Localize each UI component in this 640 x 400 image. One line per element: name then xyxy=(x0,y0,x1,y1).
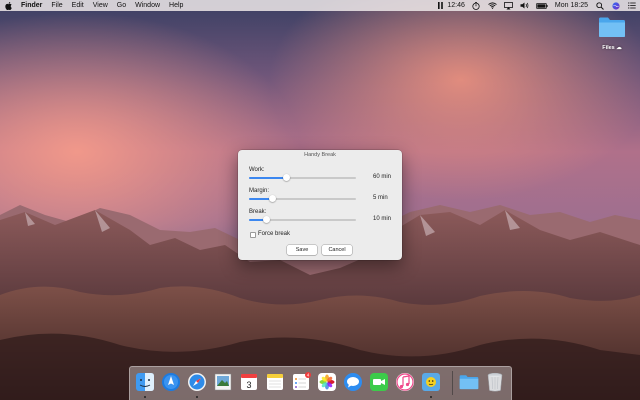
margin-slider[interactable] xyxy=(249,195,356,203)
dock-separator xyxy=(452,371,453,395)
break-label: Break: xyxy=(249,209,267,215)
trash-icon xyxy=(487,372,503,392)
dock-handy-break[interactable] xyxy=(420,371,442,393)
calendar-icon: 3 xyxy=(241,374,257,390)
calendar-day: 3 xyxy=(246,380,251,390)
dock-messages[interactable] xyxy=(342,371,364,393)
messages-icon xyxy=(344,373,362,391)
dock-safari[interactable] xyxy=(186,371,208,393)
margin-value: 5 min xyxy=(373,195,388,201)
notes-icon xyxy=(267,374,283,390)
dock-music[interactable] xyxy=(394,371,416,393)
apple-menu-icon[interactable] xyxy=(4,1,12,10)
margin-slider-thumb[interactable] xyxy=(269,195,277,202)
volume-icon[interactable] xyxy=(520,2,529,10)
icloud-icon: ☁ xyxy=(616,45,622,51)
dock-folder[interactable] xyxy=(458,371,480,393)
dock-preview[interactable] xyxy=(212,371,234,393)
menu-clock[interactable]: Mon 18:25 xyxy=(555,2,588,9)
dock: 3 4 xyxy=(129,366,512,400)
dialog-title: Handy Break xyxy=(304,152,336,158)
menu-help[interactable]: Help xyxy=(169,2,183,9)
music-icon xyxy=(396,373,414,391)
cancel-button[interactable]: Cancel xyxy=(322,245,352,255)
desktop-item-label: Files xyxy=(602,45,615,51)
dock-reminders[interactable]: 4 xyxy=(290,371,312,393)
folder-icon xyxy=(459,375,479,390)
break-slider-thumb[interactable] xyxy=(262,216,270,223)
dock-facetime[interactable] xyxy=(368,371,390,393)
preview-icon xyxy=(214,373,232,391)
menu-edit[interactable]: Edit xyxy=(72,2,84,9)
handy-break-status[interactable]: 12:46 xyxy=(436,2,465,10)
break-value: 10 min xyxy=(373,216,392,222)
menu-bar: Finder File Edit View Go Window Help 12:… xyxy=(0,0,640,11)
notification-center-icon[interactable] xyxy=(627,2,636,10)
handy-break-icon xyxy=(422,373,440,391)
launchpad-icon xyxy=(162,373,180,391)
running-indicator xyxy=(196,396,198,398)
folder-icon xyxy=(598,16,626,43)
running-indicator xyxy=(144,396,146,398)
menu-go[interactable]: Go xyxy=(117,2,126,9)
running-indicator xyxy=(430,396,432,398)
battery-icon[interactable] xyxy=(535,2,548,10)
work-slider[interactable] xyxy=(249,174,356,182)
menu-app-name[interactable]: Finder xyxy=(21,2,42,9)
safari-icon xyxy=(188,373,206,391)
facetime-icon xyxy=(370,373,388,391)
dock-calendar[interactable]: 3 xyxy=(238,371,260,393)
timer-icon[interactable] xyxy=(472,1,481,10)
siri-icon[interactable] xyxy=(611,1,620,10)
finder-icon xyxy=(136,373,154,391)
force-break-checkbox[interactable] xyxy=(250,232,256,238)
dock-notes[interactable] xyxy=(264,371,286,393)
reminders-icon: 4 xyxy=(293,372,311,390)
spotlight-search-icon[interactable] xyxy=(595,1,604,10)
break-slider[interactable] xyxy=(249,216,356,224)
airplay-icon[interactable] xyxy=(504,1,513,10)
dock-photos[interactable] xyxy=(316,371,338,393)
handy-break-dialog: Handy Break Work: 60 min Margin: 5 min B… xyxy=(238,150,402,260)
menu-file[interactable]: File xyxy=(51,2,62,9)
desktop-item-files[interactable]: Files ☁ xyxy=(592,16,632,51)
dock-finder[interactable] xyxy=(134,371,156,393)
pause-icon xyxy=(436,2,445,10)
work-value: 60 min xyxy=(373,174,392,180)
work-slider-thumb[interactable] xyxy=(282,174,290,181)
status-timer: 12:46 xyxy=(447,2,465,9)
force-break-label[interactable]: Force break xyxy=(258,231,290,237)
work-label: Work: xyxy=(249,167,265,173)
menu-window[interactable]: Window xyxy=(135,2,160,9)
wifi-icon[interactable] xyxy=(488,2,497,10)
margin-label: Margin: xyxy=(249,188,270,194)
dock-trash[interactable] xyxy=(484,371,506,393)
save-button[interactable]: Save xyxy=(287,245,317,255)
photos-icon xyxy=(318,373,336,391)
dock-launchpad[interactable] xyxy=(160,371,182,393)
menu-view[interactable]: View xyxy=(93,2,108,9)
